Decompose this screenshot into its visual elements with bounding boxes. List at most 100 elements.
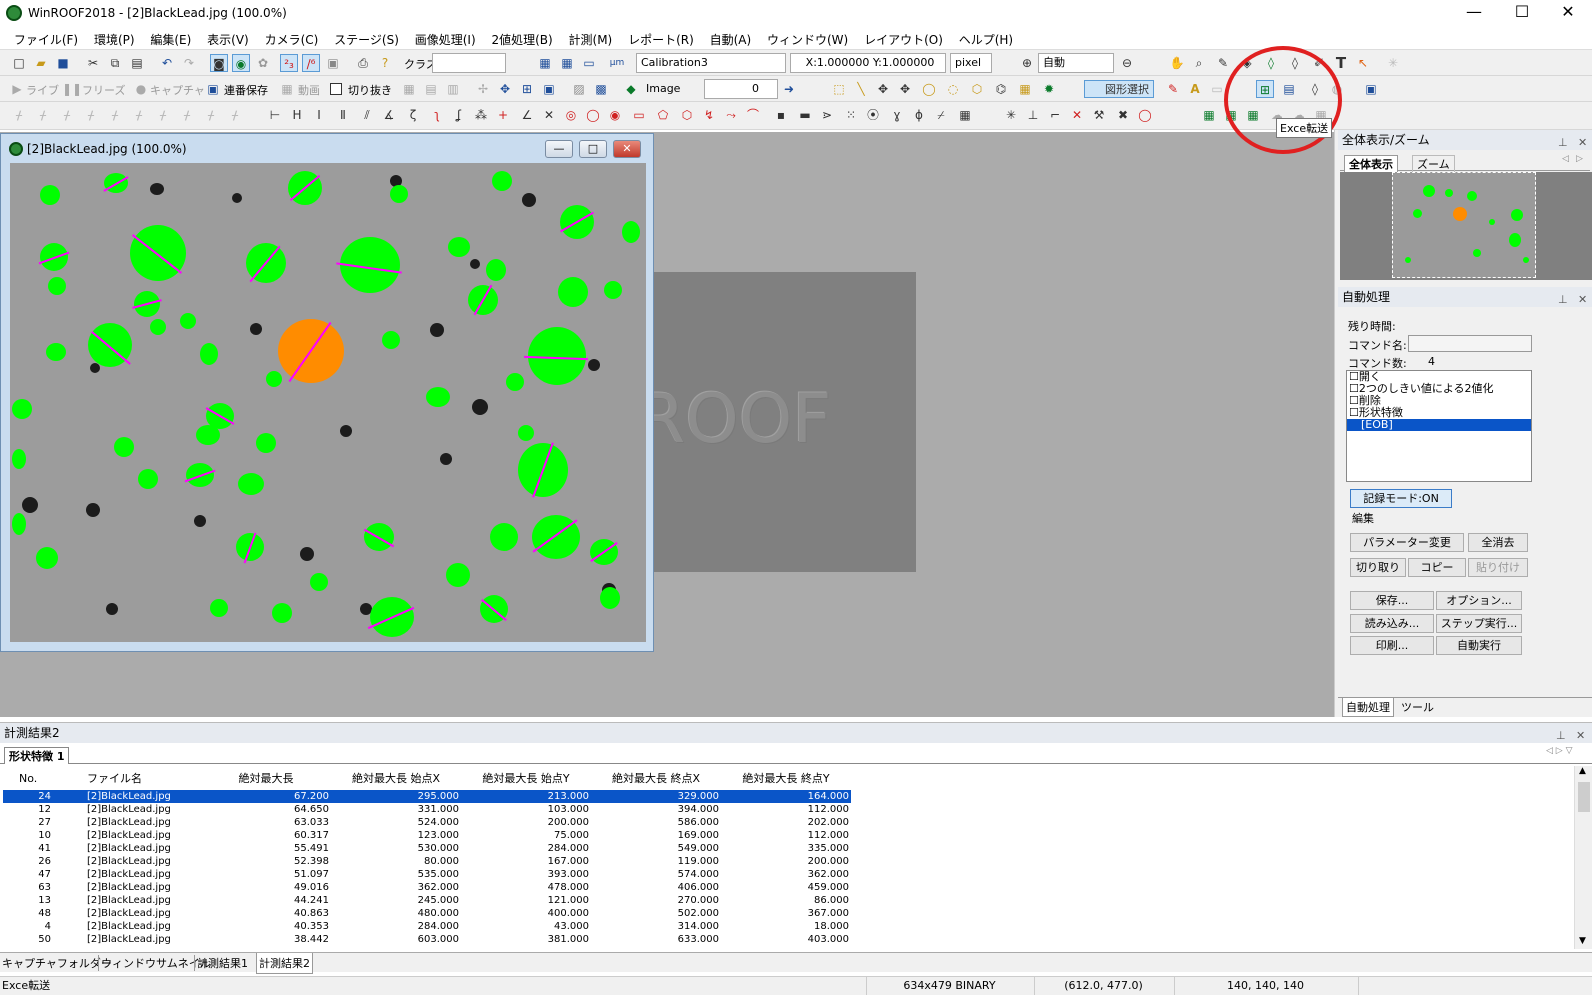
circle-red-icon[interactable]: ◯ [1136, 106, 1154, 124]
circle-measure-icon-3[interactable]: ◉ [606, 106, 624, 124]
count-icon-1[interactable]: ▪ [772, 106, 790, 124]
measure-icon-3[interactable]: ᚋ [58, 106, 76, 124]
label-number-icon[interactable]: ²₃ [280, 54, 298, 72]
capture-icon[interactable]: ● [132, 80, 150, 98]
auto-run-button[interactable]: 自動実行 [1436, 636, 1522, 655]
table-row[interactable]: 50 [2]BlackLead.jpg 38.442 603.000 381.000 63… [3, 933, 851, 946]
image-go-icon[interactable]: ➜ [780, 80, 798, 98]
lasso-icon[interactable]: ⌬ [992, 80, 1010, 98]
command-list[interactable]: ☐開く ☐2つのしきい値による2値化 ☐削除 ☐形状特徴 [EOB] [1346, 370, 1532, 482]
count-icon-6[interactable]: ɣ [888, 106, 906, 124]
image-proc-icon-7[interactable]: ▣ [540, 80, 558, 98]
video-label[interactable]: 動画 [298, 82, 320, 98]
image-proc-icon-4[interactable]: ✢ [474, 80, 492, 98]
angle-icon-1[interactable]: ∡ [380, 106, 398, 124]
image-window-close-button[interactable]: ✕ [613, 140, 641, 158]
table-row[interactable]: 10 [2]BlackLead.jpg 60.317 123.000 75.000 169… [3, 829, 851, 842]
grid-select-icon[interactable]: ▦ [1016, 80, 1034, 98]
shape-select-icon[interactable]: 図形選択 [1084, 80, 1154, 98]
menu-measure[interactable]: 計測(M) [563, 28, 619, 51]
move-vertical-icon[interactable]: ✥ [874, 80, 892, 98]
point-pair-icon[interactable]: ⁂ [472, 106, 490, 124]
count-icon-7[interactable]: ϕ [910, 106, 928, 124]
measure-icon-9[interactable]: ᚋ [202, 106, 220, 124]
close-icon[interactable]: ✕ [1578, 133, 1587, 153]
group-icon-1[interactable]: ▦ [1200, 106, 1218, 124]
command-item-eob[interactable]: [EOB] [1347, 419, 1531, 431]
step-run-button[interactable]: ステップ実行... [1436, 614, 1522, 633]
print-icon[interactable]: ⎙ [354, 54, 372, 72]
count-icon-5[interactable]: ⦿ [864, 106, 882, 124]
intersect-icon[interactable]: ✕ [540, 106, 558, 124]
menu-binary-processing[interactable]: 2値処理(B) [485, 28, 558, 51]
count-icon-3[interactable]: ⋗ [818, 106, 836, 124]
close-icon[interactable]: ✕ [1578, 290, 1587, 310]
overview-viewport-frame[interactable] [1392, 172, 1536, 278]
pin-icon[interactable]: ⊥ [1558, 133, 1568, 153]
unit-select[interactable]: pixel [950, 53, 992, 73]
command-name-field[interactable] [1408, 335, 1532, 352]
tab-shape-feature[interactable]: 形状特徴 1 [4, 747, 70, 764]
cross-point-icon[interactable]: + [494, 106, 512, 124]
zoom-in-icon[interactable]: ⊕ [1018, 54, 1036, 72]
minimize-button[interactable]: — [1452, 0, 1496, 26]
print-button[interactable]: 印刷... [1350, 636, 1434, 655]
menu-auto[interactable]: 自動(A) [704, 28, 758, 51]
hand-icon[interactable]: ✋ [1168, 54, 1186, 72]
overlay-view-icon[interactable]: ◉ [232, 54, 250, 72]
distance-icon[interactable]: ⊢ [266, 106, 284, 124]
cross-icon-2[interactable]: ⌐ [1046, 106, 1064, 124]
paste-icon[interactable]: ▤ [128, 54, 146, 72]
tab-scroll-icons[interactable]: ◁ ▷ ▽ [1546, 746, 1573, 756]
table-row[interactable]: 12 [2]BlackLead.jpg 64.650 331.000 103.000 39… [3, 803, 851, 816]
green-blob-icon[interactable]: ✹ [1040, 80, 1058, 98]
class-select[interactable] [432, 53, 506, 73]
freehand-select-icon[interactable]: ◌ [944, 80, 962, 98]
cross-icon-3[interactable]: ✕ [1068, 106, 1086, 124]
measure-icon-4[interactable]: ᚋ [82, 106, 100, 124]
redo-icon[interactable]: ↷ [180, 54, 198, 72]
measure-icon-8[interactable]: ᚋ [178, 106, 196, 124]
table-row[interactable]: 26 [2]BlackLead.jpg 52.398 80.000 167.000 119… [3, 855, 851, 868]
move-horizontal-icon[interactable]: ✥ [896, 80, 914, 98]
tab-scroll-right-icon[interactable]: ▷ [1576, 154, 1583, 164]
save-button[interactable]: 保存... [1350, 591, 1434, 610]
measure-icon-10[interactable]: ᚋ [226, 106, 244, 124]
scroll-up-icon[interactable]: ▲ [1579, 766, 1586, 776]
image-proc-icon-9[interactable]: ▩ [592, 80, 610, 98]
menu-help[interactable]: ヘルプ(H) [953, 28, 1019, 51]
calendar-icon[interactable]: ▦ [536, 54, 554, 72]
col-header[interactable]: ファイル名 [81, 768, 201, 790]
path-measure-icon[interactable]: ⤳ [722, 106, 740, 124]
sparkle-icon[interactable]: ✳ [1384, 54, 1402, 72]
curve-icon[interactable]: ʅ [428, 106, 446, 124]
calibration-select[interactable]: Calibration3 [636, 53, 786, 73]
load-button[interactable]: 読み込み... [1350, 614, 1434, 633]
text-tool-icon[interactable]: T [1332, 54, 1350, 72]
freeze-icon[interactable]: ❚❚ [62, 80, 82, 98]
menu-environment[interactable]: 環境(P) [88, 28, 141, 51]
help-icon[interactable]: ? [376, 54, 394, 72]
binary-view-icon[interactable]: ◙ [210, 54, 228, 72]
tab-auto-processing[interactable]: 自動処理 [1342, 698, 1394, 717]
measure-icon-1[interactable]: ᚋ [10, 106, 28, 124]
micrograph-image[interactable] [10, 163, 646, 642]
table-row[interactable]: 47 [2]BlackLead.jpg 51.097 535.000 393.000 57… [3, 868, 851, 881]
cross-icon-5[interactable]: ✖ [1114, 106, 1132, 124]
table-row[interactable]: 48 [2]BlackLead.jpg 40.863 480.000 400.000 50… [3, 907, 851, 920]
copy-icon[interactable]: ⧉ [106, 54, 124, 72]
label-edit-icon[interactable]: /⁶ [302, 54, 320, 72]
results-scrollbar[interactable]: ▲ ▼ [1574, 766, 1592, 949]
table-row[interactable]: 27 [2]BlackLead.jpg 63.033 524.000 200.000 58… [3, 816, 851, 829]
angle-icon-2[interactable]: ζ [404, 106, 422, 124]
export-icon[interactable]: ▣ [1362, 80, 1380, 98]
record-mode-button[interactable]: 記録モード:ON [1350, 489, 1452, 508]
bracket-measure-icon[interactable]: Ⅱ [334, 106, 352, 124]
grid-icon[interactable]: ▦ [558, 54, 576, 72]
measure-icon-2[interactable]: ᚋ [34, 106, 52, 124]
zoom-select[interactable]: 自動 [1038, 53, 1114, 73]
measure-icon-5[interactable]: ᚋ [106, 106, 124, 124]
pattern-icon[interactable]: ✿ [254, 54, 272, 72]
serial-save-label[interactable]: 連番保存 [224, 82, 268, 98]
image-proc-icon-2[interactable]: ▤ [422, 80, 440, 98]
